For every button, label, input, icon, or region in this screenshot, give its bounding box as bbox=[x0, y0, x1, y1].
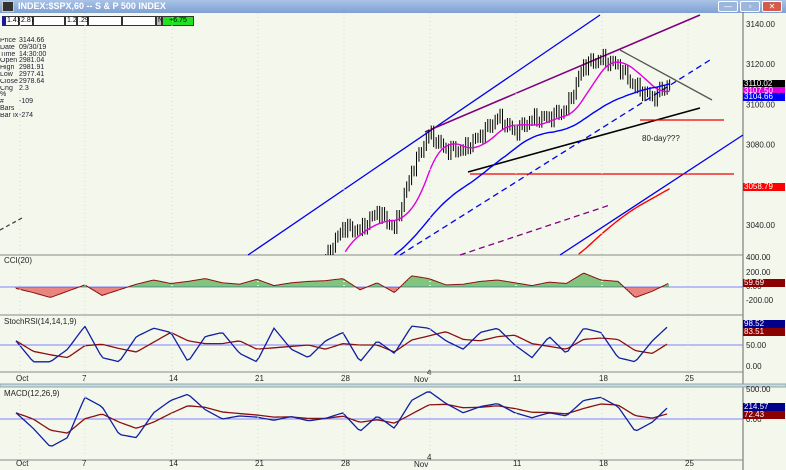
x-axis-label: Oct bbox=[16, 374, 29, 383]
y-axis-label: 0.00 bbox=[746, 362, 762, 371]
y-axis-label: 3040.00 bbox=[746, 221, 775, 230]
macd-signal-badge: 72.43 bbox=[743, 411, 785, 419]
x-axis-label: 11 bbox=[513, 374, 522, 383]
info-label: Bar Ix bbox=[0, 112, 19, 119]
info-label: Low bbox=[0, 71, 13, 78]
ma-mid-badge: 3104.66 bbox=[743, 93, 785, 101]
x-axis-label: 28 bbox=[341, 459, 350, 468]
info-label: Date bbox=[0, 44, 15, 51]
ma-mid-line bbox=[393, 83, 670, 256]
y-axis-label: 3120.00 bbox=[746, 60, 775, 69]
x-axis-label: 18 bbox=[599, 459, 608, 468]
dashed-line bbox=[0, 217, 23, 231]
x-axis-month: Nov bbox=[414, 375, 428, 384]
y-axis-label: 3100.00 bbox=[746, 100, 775, 109]
x-axis-label: 25 bbox=[685, 459, 694, 468]
dashed-line bbox=[399, 59, 711, 256]
info-row: # Bars -109 bbox=[0, 98, 46, 113]
x-axis-label: 21 bbox=[255, 374, 264, 383]
x-axis-label: 28 bbox=[341, 374, 350, 383]
stochrsi-title: StochRSI(14,14,1,9) bbox=[4, 317, 77, 326]
info-row: Bar Ix -274 bbox=[0, 111, 46, 120]
x-axis-label: 25 bbox=[685, 374, 694, 383]
info-value: 2.3 bbox=[19, 84, 29, 92]
annotation-80-day: 80-day??? bbox=[642, 134, 680, 143]
trend-line bbox=[424, 14, 701, 133]
y-axis-label: 3140.00 bbox=[746, 20, 775, 29]
y-axis-label: 200.00 bbox=[746, 268, 771, 277]
macd-title: MACD(12,26,9) bbox=[4, 389, 60, 398]
info-label: High bbox=[0, 65, 15, 72]
x-axis-label: Oct bbox=[16, 459, 29, 468]
info-label: Time bbox=[0, 51, 16, 58]
x-axis-label: 14 bbox=[169, 459, 178, 468]
y-axis-label: 400.00 bbox=[746, 253, 771, 262]
stoch-d-badge: 83.51 bbox=[743, 328, 785, 336]
data-window: Price 3144.66 Date 09/30/19 Time 14:30:00 Open… bbox=[0, 37, 46, 120]
x-axis-month: Nov bbox=[414, 460, 428, 469]
x-axis-label: 11 bbox=[513, 459, 522, 468]
x-axis-label: 18 bbox=[599, 374, 608, 383]
info-value: -109 bbox=[19, 98, 34, 106]
info-label: Chg % bbox=[0, 85, 13, 99]
x-axis-label: 21 bbox=[255, 459, 264, 468]
y-axis-label: -200.00 bbox=[746, 296, 774, 305]
info-label: Close bbox=[0, 78, 18, 85]
chart-canvas[interactable]: 80-day??? Oct 7 14 21 28411 18 25NovOct 7 14 21 28… bbox=[0, 0, 786, 470]
info-label: Open bbox=[0, 58, 18, 65]
x-axis-label: 14 bbox=[169, 374, 178, 383]
channel-line bbox=[559, 134, 744, 256]
x-axis-label: 7 bbox=[82, 459, 87, 468]
info-label: # Bars bbox=[0, 99, 15, 112]
channel-line bbox=[247, 14, 601, 256]
ma-slow-line bbox=[578, 188, 670, 255]
info-label: Price bbox=[0, 38, 16, 44]
y-axis-label: 50.00 bbox=[746, 341, 767, 350]
ma-slow-badge: 3058.79 bbox=[743, 183, 785, 191]
y-axis-label: 3080.00 bbox=[746, 141, 775, 150]
window-divider bbox=[0, 383, 786, 388]
info-value: -274 bbox=[19, 111, 34, 119]
y-axis-label: 500.00 bbox=[746, 385, 771, 394]
cci-value-badge: 59.69 bbox=[743, 279, 785, 287]
info-row: Chg % 2.3 bbox=[0, 84, 46, 100]
cci-title: CCI(20) bbox=[4, 256, 32, 265]
